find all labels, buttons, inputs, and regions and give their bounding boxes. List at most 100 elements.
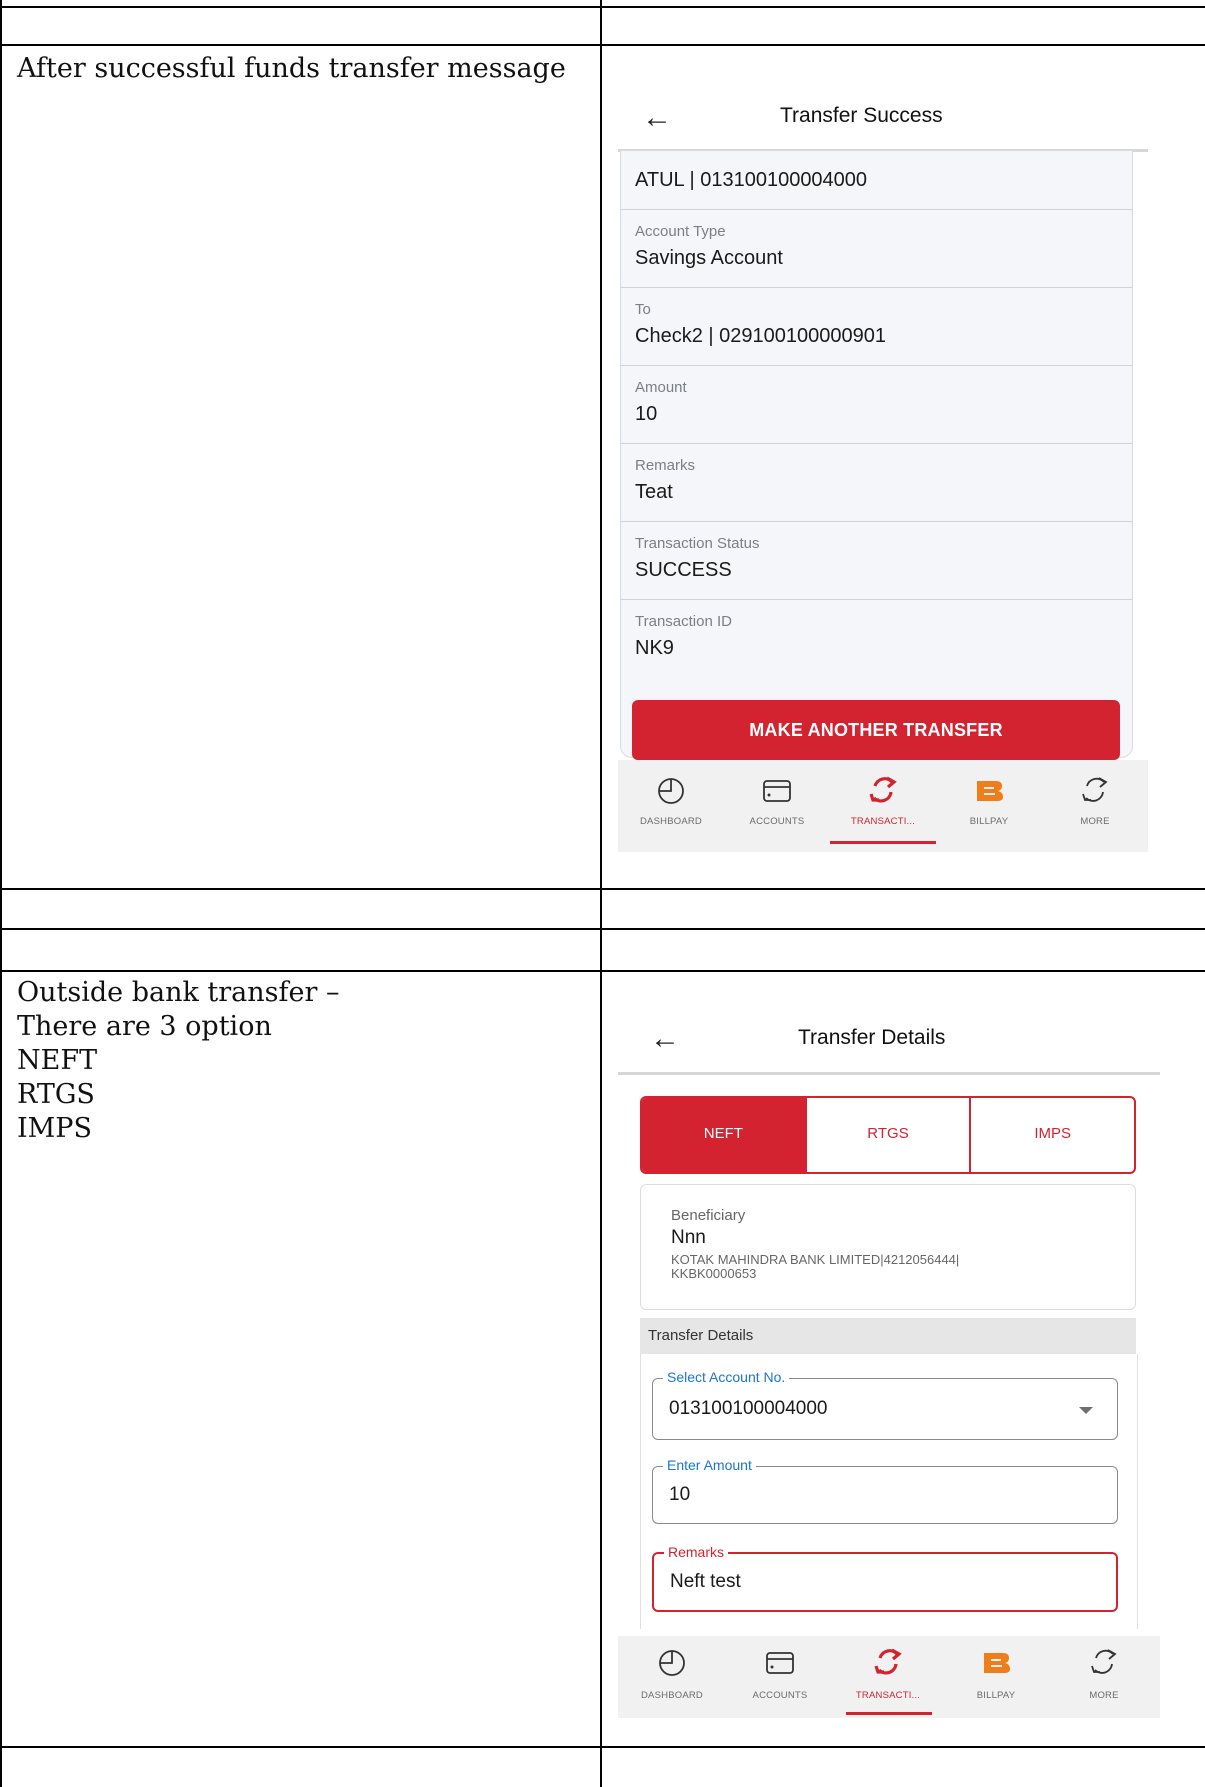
nav-label: BILLPAY <box>969 816 1009 827</box>
table-rule <box>0 970 1205 972</box>
wallet-icon <box>766 1652 794 1674</box>
app-header: ← Transfer Success <box>618 90 1148 150</box>
row-label: Remarks <box>635 457 696 474</box>
chevron-down-icon <box>1079 1407 1093 1414</box>
billpay-b-icon <box>977 781 1003 801</box>
nav-item-transactions[interactable]: TRANSACTI... <box>834 1636 942 1718</box>
nav-label: DASHBOARD <box>641 1690 703 1701</box>
row-label: To <box>635 301 651 318</box>
summary-row: Transaction Status SUCCESS <box>621 521 1132 600</box>
summary-row-account: ATUL | 013100100004000 <box>621 151 1132 210</box>
table-rule <box>0 44 1205 46</box>
row-label: Transaction Status <box>635 535 760 552</box>
account-select[interactable]: Select Account No. 013100100004000 <box>652 1369 1118 1440</box>
beneficiary-bank-details: KOTAK MAHINDRA BANK LIMITED|4212056444| <box>671 1252 960 1267</box>
nav-label: ACCOUNTS <box>752 1690 808 1701</box>
beneficiary-name: Nnn <box>671 1227 706 1248</box>
header-divider <box>618 1072 1160 1075</box>
nav-item-accounts[interactable]: ACCOUNTS <box>724 760 830 852</box>
make-another-transfer-button[interactable]: MAKE ANOTHER TRANSFER <box>632 700 1120 760</box>
description-line: IMPS <box>17 1113 92 1144</box>
more-arrows-icon <box>1091 1649 1117 1674</box>
bottom-nav: DASHBOARD ACCOUNTS TRANSACTI... BILLPAY … <box>618 1636 1160 1718</box>
more-arrows-icon <box>1082 777 1108 802</box>
field-label: Select Account No. <box>663 1369 790 1385</box>
nav-label: TRANSACTI... <box>850 816 916 827</box>
table-rule <box>0 1746 1205 1748</box>
transfer-summary-card: ATUL | 013100100004000 Account Type Savi… <box>620 150 1133 758</box>
field-value: Neft test <box>670 1571 741 1592</box>
table-rule <box>0 928 1205 930</box>
billpay-b-icon <box>984 1653 1010 1673</box>
back-arrow-icon[interactable]: ← <box>650 1024 680 1054</box>
nav-item-dashboard[interactable]: DASHBOARD <box>618 760 724 852</box>
row-value: Check2 | 029100100000901 <box>635 325 886 347</box>
description-cell-1: After successful funds transfer message <box>17 52 597 86</box>
page-title: Transfer Success <box>780 104 943 127</box>
remarks-field[interactable]: Remarks Neft test <box>652 1544 1118 1612</box>
field-label: Remarks <box>664 1544 729 1560</box>
row-value: Savings Account <box>635 247 783 269</box>
account-summary: ATUL | 013100100004000 <box>635 169 868 191</box>
description-line: After successful funds transfer message <box>17 53 566 84</box>
row-value: SUCCESS <box>635 559 732 581</box>
summary-row: Remarks Teat <box>621 443 1132 522</box>
transfer-arrows-icon <box>869 776 897 803</box>
section-header: Transfer Details <box>640 1318 1136 1354</box>
nav-item-accounts[interactable]: ACCOUNTS <box>726 1636 834 1718</box>
nav-label: MORE <box>1089 1690 1119 1701</box>
transfer-success-screen: ← Transfer Success ATUL | 01310010000400… <box>618 90 1148 860</box>
table-rule <box>600 0 602 1787</box>
row-value: NK9 <box>635 637 674 659</box>
tab-imps[interactable]: IMPS <box>971 1098 1134 1172</box>
transfer-arrows-icon <box>874 1648 902 1675</box>
transfer-mode-tabs: NEFT RTGS IMPS <box>640 1096 1136 1174</box>
row-label: Account Type <box>635 223 726 240</box>
row-value: 10 <box>635 403 658 425</box>
summary-row: To Check2 | 029100100000901 <box>621 287 1132 366</box>
row-value: Teat <box>635 481 673 503</box>
tab-rtgs[interactable]: RTGS <box>807 1098 972 1172</box>
description-line: There are 3 option <box>17 1011 272 1042</box>
bottom-nav: DASHBOARD ACCOUNTS TRANSACTI... BILLPAY … <box>618 760 1148 852</box>
beneficiary-ifsc: KKBK0000653 <box>671 1266 757 1281</box>
nav-label: BILLPAY <box>976 1690 1016 1701</box>
row-label: Amount <box>635 379 687 396</box>
description-line: RTGS <box>17 1079 95 1110</box>
beneficiary-label: Beneficiary <box>671 1207 746 1224</box>
summary-row: Account Type Savings Account <box>621 209 1132 288</box>
nav-item-dashboard[interactable]: DASHBOARD <box>618 1636 726 1718</box>
field-label: Enter Amount <box>663 1457 756 1473</box>
page-title: Transfer Details <box>798 1026 946 1049</box>
nav-item-more[interactable]: MORE <box>1042 760 1148 852</box>
summary-row: Amount 10 <box>621 365 1132 444</box>
back-arrow-icon[interactable]: ← <box>642 103 672 133</box>
nav-item-transactions[interactable]: TRANSACTI... <box>830 760 936 852</box>
field-value: 10 <box>669 1484 691 1505</box>
nav-item-more[interactable]: MORE <box>1050 1636 1158 1718</box>
description-cell-2: Outside bank transfer – There are 3 opti… <box>17 976 597 1146</box>
summary-row: Transaction ID NK9 <box>621 599 1132 677</box>
nav-item-billpay[interactable]: BILLPAY <box>936 760 1042 852</box>
tab-neft[interactable]: NEFT <box>642 1098 807 1172</box>
table-rule <box>0 888 1205 890</box>
active-tab-indicator <box>846 1712 932 1715</box>
wallet-icon <box>763 780 791 802</box>
nav-item-billpay[interactable]: BILLPAY <box>942 1636 1050 1718</box>
app-header: ← Transfer Details <box>618 1010 1160 1070</box>
nav-label: DASHBOARD <box>640 816 702 827</box>
beneficiary-card: Beneficiary Nnn KOTAK MAHINDRA BANK LIMI… <box>640 1184 1136 1310</box>
pie-chart-icon <box>659 1650 685 1676</box>
document-table: After successful funds transfer message … <box>0 0 1205 1787</box>
table-rule <box>0 0 2 1787</box>
pie-chart-icon <box>658 778 684 804</box>
nav-label: ACCOUNTS <box>749 816 805 827</box>
nav-label: TRANSACTI... <box>855 1690 921 1701</box>
active-tab-indicator <box>830 841 936 844</box>
description-line: NEFT <box>17 1045 98 1076</box>
nav-label: MORE <box>1080 816 1110 827</box>
section-title: Transfer Details <box>648 1327 754 1344</box>
amount-field[interactable]: Enter Amount 10 <box>652 1457 1118 1524</box>
table-rule <box>0 6 1205 8</box>
description-line: Outside bank transfer – <box>17 977 340 1008</box>
